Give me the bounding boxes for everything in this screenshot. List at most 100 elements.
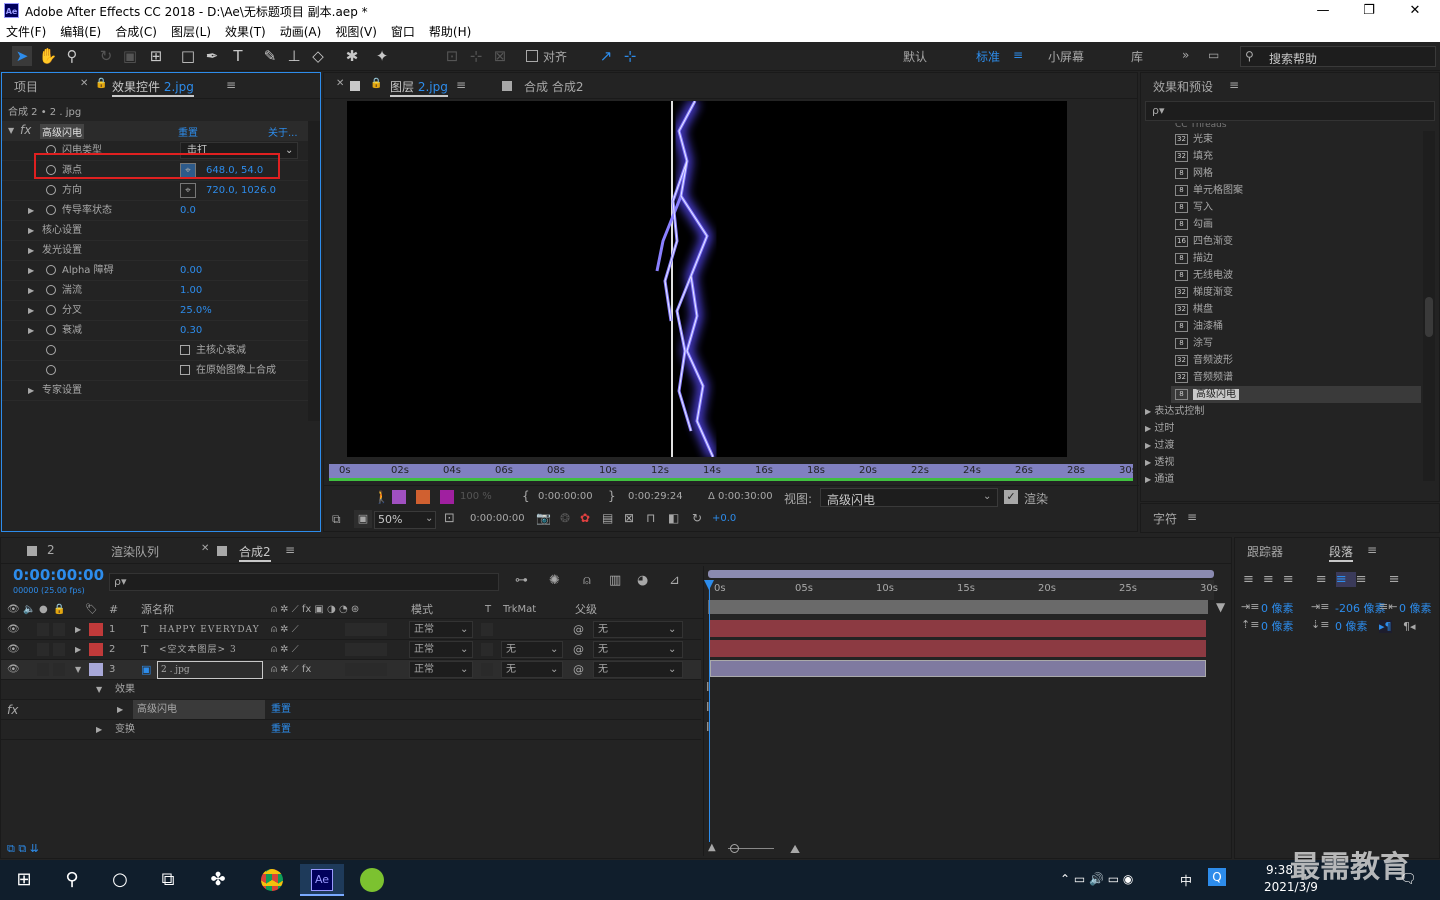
effect-list-item[interactable]: 8 涂写: [1175, 335, 1213, 352]
menu-effect[interactable]: 效果(T): [225, 22, 266, 42]
camera-tool-icon[interactable]: ▣: [120, 46, 140, 66]
layer-name[interactable]: <空文本图层> 3: [159, 640, 237, 660]
zoom-dropdown[interactable]: 50% ⌄: [374, 511, 436, 529]
menu-layer[interactable]: 图层(L): [171, 22, 211, 42]
effect-list-item[interactable]: 8 描边: [1175, 250, 1213, 267]
num-value[interactable]: 0.0: [180, 201, 196, 221]
expand-triangle-icon[interactable]: ▶: [28, 281, 34, 301]
switch-boxes[interactable]: [345, 663, 387, 676]
timeline-graph-area[interactable]: 0s 05s 10s 15s 20s 25s 30s ▼ I I I ▲ ⛰: [703, 566, 1231, 856]
mode-dropdown[interactable]: 正常 ⌄: [409, 641, 473, 658]
app-pinwheel-icon[interactable]: ✤: [196, 864, 240, 896]
playhead[interactable]: [709, 580, 710, 842]
effect-list-item[interactable]: 32 音频波形: [1175, 352, 1233, 369]
guides-icon[interactable]: ⊓: [646, 511, 655, 525]
effect-name[interactable]: 高级闪电: [40, 124, 84, 139]
fx-icon[interactable]: fx: [20, 123, 31, 137]
layer-row[interactable]: 👁 ▶ 1 T HAPPY EVERYDAY ⍝ ✲ ⟋ 正常 ⌄ @ 无 ⌄: [1, 620, 701, 640]
tab-close-icon[interactable]: ✕: [201, 543, 209, 554]
current-time[interactable]: 0:00:00:00: [470, 513, 525, 524]
expand-triangle-icon[interactable]: ▶: [117, 700, 123, 720]
tab-2[interactable]: 2: [47, 543, 55, 557]
channel-icon[interactable]: ✿: [580, 511, 590, 525]
expand-triangle-icon[interactable]: ▼: [96, 680, 102, 700]
panel-menu-icon[interactable]: ≡: [1187, 510, 1197, 524]
tab-project[interactable]: 项目: [14, 78, 38, 95]
snap-feature-icon[interactable]: ⊹: [620, 46, 640, 66]
num-value[interactable]: 1.00: [180, 281, 202, 301]
menu-edit[interactable]: 编辑(E): [60, 22, 101, 42]
zoom-tool-icon[interactable]: ⚲: [62, 46, 82, 66]
panel-menu-icon[interactable]: ≡: [456, 78, 466, 92]
layer-2-bar[interactable]: [710, 640, 1206, 657]
stopwatch-icon[interactable]: [46, 361, 56, 381]
crosshair-icon[interactable]: ⌖: [180, 183, 196, 198]
motion-blur-icon[interactable]: ◕: [637, 573, 648, 588]
stopwatch-icon[interactable]: [46, 261, 56, 281]
brush-tool-icon[interactable]: ✎: [260, 46, 280, 66]
lock-icon[interactable]: 🔒: [95, 78, 107, 89]
effect-item-name[interactable]: 高级闪电: [133, 700, 265, 719]
prop-checkbox[interactable]: [180, 341, 190, 361]
effect-list-item[interactable]: 32 音频频谱: [1175, 369, 1233, 386]
switch-boxes[interactable]: [345, 643, 387, 656]
switches-icons[interactable]: ⍝ ✲ ⟋: [271, 640, 299, 660]
eye-icon[interactable]: 👁: [7, 620, 20, 640]
puppet-tool-icon[interactable]: ✦: [372, 46, 392, 66]
transform-reset-link[interactable]: 重置: [271, 720, 291, 740]
chrome-icon[interactable]: [250, 864, 294, 896]
transparency-grid-icon[interactable]: ▤: [602, 511, 613, 525]
mode-dropdown[interactable]: 正常 ⌄: [409, 621, 473, 638]
pickwhip-icon[interactable]: @: [573, 620, 584, 640]
in-bracket-icon[interactable]: {: [522, 489, 530, 503]
layer-canvas[interactable]: [347, 101, 1067, 457]
point-value[interactable]: 720.0, 1026.0: [206, 181, 276, 201]
timeline-search-input[interactable]: ρ▾: [109, 573, 499, 591]
pen-tool-icon[interactable]: ✒: [202, 46, 222, 66]
reset-exposure-icon[interactable]: ↻: [692, 511, 702, 525]
pan-behind-tool-icon[interactable]: ⊞: [146, 46, 166, 66]
frame-blending-icon[interactable]: ▥: [609, 573, 621, 588]
expand-triangle-icon[interactable]: ▶: [28, 241, 34, 261]
out-time[interactable]: 0:00:29:24: [628, 491, 683, 502]
zoom-slider-thumb[interactable]: [730, 844, 739, 853]
pickwhip-icon[interactable]: @: [573, 660, 584, 680]
search-help-field[interactable]: ⚲ 搜索帮助: [1240, 46, 1436, 67]
search-icon[interactable]: ⚲: [50, 864, 94, 896]
expand-triangle-icon[interactable]: ▶: [75, 640, 81, 660]
menu-view[interactable]: 视图(V): [335, 22, 377, 42]
lock-box[interactable]: [53, 643, 65, 656]
maximize-button[interactable]: ❐: [1346, 1, 1392, 21]
exposure-value[interactable]: +0.0: [712, 513, 736, 524]
expand-triangle-icon[interactable]: ▼: [8, 126, 14, 135]
eye-icon[interactable]: 👁: [7, 660, 20, 680]
source-name-header[interactable]: 源名称: [141, 601, 174, 619]
tab-layer[interactable]: 图层 2.jpg: [390, 78, 448, 97]
lock-icon[interactable]: 🔒: [370, 78, 382, 89]
layer-row[interactable]: 👁 ▼ 3 ▣ 2 . jpg ⍝ ✲ ⟋ fx 正常 ⌄ 无 ⌄ @ 无 ⌄: [1, 660, 701, 680]
shy-layers-icon[interactable]: ⍝: [583, 573, 591, 588]
work-area-bar[interactable]: [329, 478, 1133, 481]
prop-checkbox[interactable]: [180, 361, 190, 381]
tab-paragraph[interactable]: 段落: [1329, 543, 1354, 562]
tab-tracker[interactable]: 跟踪器: [1247, 543, 1283, 560]
layer-row[interactable]: 👁 ▶ 2 T <空文本图层> 3 ⍝ ✲ ⟋ 正常 ⌄ 无 ⌄ @ 无 ⌄: [1, 640, 701, 660]
ltr-direction-icon[interactable]: ▸¶: [1379, 620, 1392, 633]
expand-triangle-icon[interactable]: ▶: [28, 221, 34, 241]
ime-indicator[interactable]: 中: [1180, 872, 1192, 889]
solo-box[interactable]: [37, 663, 49, 676]
label-color-swatch[interactable]: [89, 623, 103, 636]
notification-icon[interactable]: 🗨: [1400, 872, 1417, 887]
label-color-swatch[interactable]: [89, 663, 103, 676]
space-after-value[interactable]: 0 像素: [1335, 618, 1368, 634]
panel-menu-icon[interactable]: ≡: [285, 543, 295, 557]
workspace-libraries[interactable]: 库: [1131, 48, 1143, 65]
snapshot-icon[interactable]: 📷: [536, 511, 551, 525]
qq-icon[interactable]: Q: [1208, 868, 1226, 886]
tab-effect-controls[interactable]: 效果控件 2.jpg: [112, 78, 194, 97]
num-value[interactable]: 0.30: [180, 321, 202, 341]
expand-triangle-icon[interactable]: ▶: [75, 620, 81, 640]
num-value[interactable]: 0.00: [180, 261, 202, 281]
comp-marker-icon[interactable]: ▼: [1216, 600, 1225, 614]
effect-controls-scrollbar[interactable]: [308, 121, 320, 421]
